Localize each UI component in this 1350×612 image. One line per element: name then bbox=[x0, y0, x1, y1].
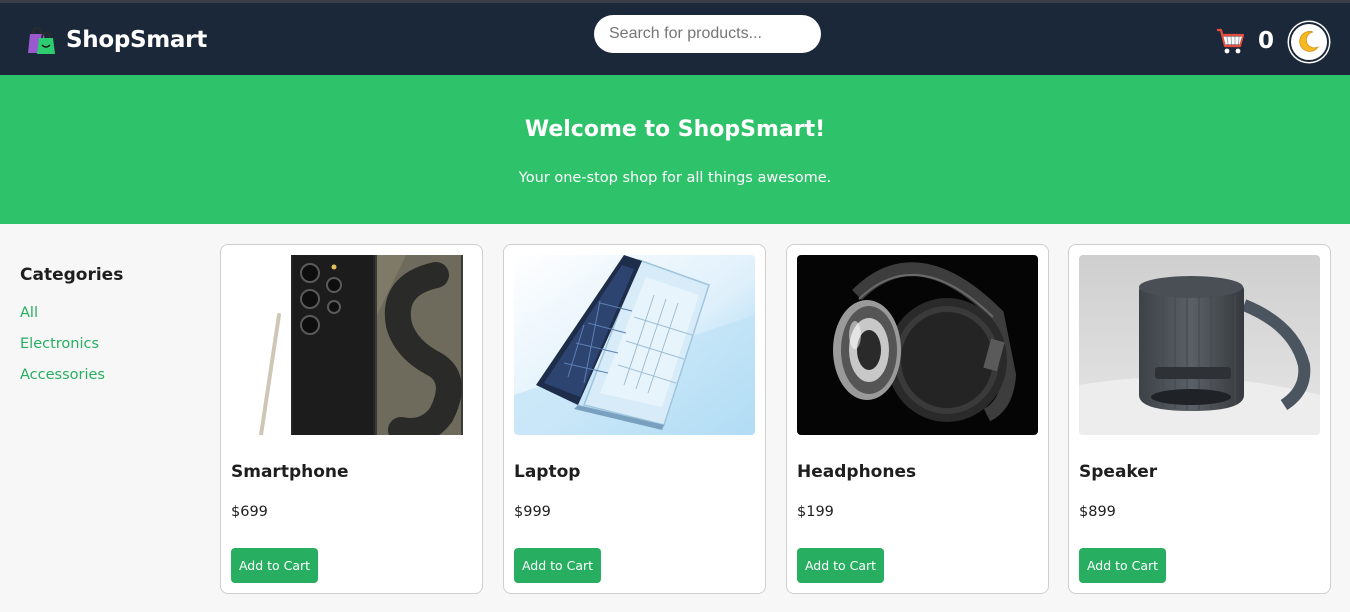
product-title: Speaker bbox=[1079, 462, 1158, 482]
category-accessories[interactable]: Accessories bbox=[20, 367, 200, 398]
laptop-image[interactable] bbox=[514, 255, 755, 435]
brand-name: ShopSmart bbox=[66, 27, 207, 53]
product-title: Laptop bbox=[514, 462, 581, 482]
hero-title: Welcome to ShopSmart! bbox=[524, 117, 826, 142]
product-card-speaker: Speaker $899 Add to Cart bbox=[1068, 244, 1331, 594]
shopping-cart-icon bbox=[1217, 28, 1245, 54]
headphones-picture bbox=[797, 255, 1038, 435]
speaker-image[interactable] bbox=[1079, 255, 1320, 435]
crescent-moon-icon bbox=[1299, 31, 1319, 52]
add-to-cart-button[interactable]: Add to Cart bbox=[231, 548, 318, 583]
shopping-bags-icon bbox=[28, 27, 55, 54]
hero-banner: Welcome to ShopSmart! Your one-stop shop… bbox=[0, 75, 1350, 224]
product-price: $699 bbox=[231, 504, 268, 520]
product-title: Headphones bbox=[797, 462, 917, 482]
product-card-headphones: Headphones $199 Add to Cart bbox=[786, 244, 1049, 594]
brand-logo[interactable]: ShopSmart bbox=[26, 25, 207, 55]
categories-sidebar: Categories All Electronics Accessories bbox=[20, 265, 200, 398]
product-price: $899 bbox=[1079, 504, 1116, 520]
product-title: Smartphone bbox=[231, 462, 349, 482]
product-card-smartphone: Smartphone $699 Add to Cart bbox=[220, 244, 483, 594]
product-price: $199 bbox=[797, 504, 834, 520]
product-card-laptop: Laptop $999 Add to Cart bbox=[503, 244, 766, 594]
smartphone-image[interactable] bbox=[231, 255, 472, 435]
product-price: $999 bbox=[514, 504, 551, 520]
category-all[interactable]: All bbox=[20, 305, 200, 336]
category-electronics[interactable]: Electronics bbox=[20, 336, 200, 367]
theme-toggle-button[interactable] bbox=[1289, 22, 1329, 62]
smartphone-picture bbox=[231, 255, 472, 435]
cart-button[interactable]: 0 bbox=[1216, 27, 1274, 55]
categories-heading: Categories bbox=[20, 265, 124, 285]
speaker-picture bbox=[1079, 255, 1320, 435]
search-input[interactable] bbox=[594, 15, 821, 53]
headphones-image[interactable] bbox=[797, 255, 1038, 435]
top-navbar: ShopSmart 0 bbox=[0, 3, 1350, 75]
laptop-picture bbox=[514, 255, 755, 435]
cart-count: 0 bbox=[1258, 28, 1275, 54]
add-to-cart-button[interactable]: Add to Cart bbox=[1079, 548, 1166, 583]
add-to-cart-button[interactable]: Add to Cart bbox=[797, 548, 884, 583]
add-to-cart-button[interactable]: Add to Cart bbox=[514, 548, 601, 583]
hero-subtitle: Your one-stop shop for all things awesom… bbox=[518, 170, 832, 186]
